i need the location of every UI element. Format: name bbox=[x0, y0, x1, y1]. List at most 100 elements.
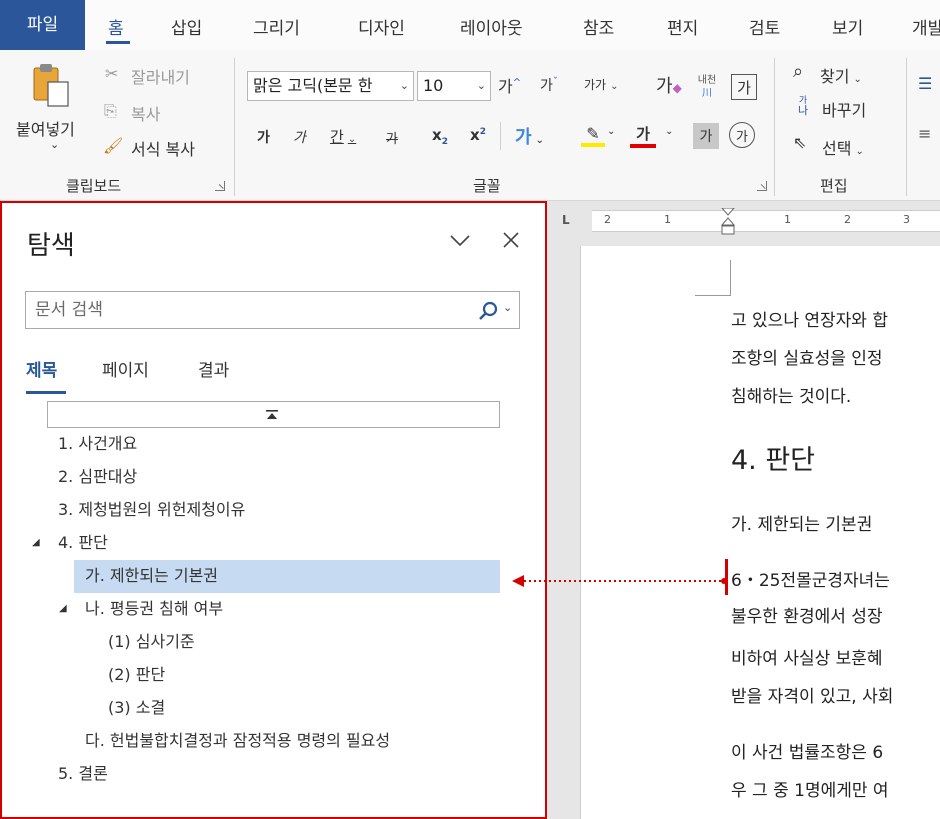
change-case-button[interactable]: 가가 ⌄ bbox=[584, 76, 618, 93]
document-text-line: 이 사건 법률조항은 6 bbox=[731, 743, 884, 763]
text-effects-button[interactable]: 가 ⌄ bbox=[515, 123, 544, 149]
search-icon[interactable] bbox=[478, 300, 500, 322]
document-heading: 4. 판단 bbox=[731, 445, 816, 476]
replace-button[interactable]: 바꾸기 bbox=[822, 97, 866, 121]
tab-headings[interactable]: 제목 bbox=[26, 356, 57, 381]
tab-references[interactable]: 참조 bbox=[583, 14, 614, 39]
margin-corner-mark bbox=[695, 260, 731, 296]
chevron-down-icon[interactable] bbox=[449, 234, 471, 248]
ruler-number: 2 bbox=[844, 213, 851, 226]
list-icon[interactable]: ☰ bbox=[918, 74, 932, 93]
document-page[interactable]: 고 있으나 연장자와 합 조항의 실효성을 인정 침해하는 것이다. 4. 판단… bbox=[580, 246, 940, 819]
phonetic-guide-button[interactable]: 내천 川 bbox=[692, 70, 722, 104]
shrink-font-label: 가 bbox=[540, 78, 553, 94]
paste-label: 붙여넣기 bbox=[16, 120, 75, 139]
tab-insert[interactable]: 삽입 bbox=[171, 14, 202, 39]
heading-item[interactable]: (3) 소결 bbox=[108, 692, 165, 724]
format-painter-icon: 🖌 bbox=[103, 136, 124, 155]
clipboard-launcher-icon[interactable] bbox=[215, 181, 225, 191]
chevron-down-icon: ⌄ bbox=[610, 81, 619, 92]
font-launcher-icon[interactable] bbox=[757, 181, 767, 191]
document-search-box: ⌄ bbox=[25, 291, 520, 329]
ruler-number: 1 bbox=[664, 213, 671, 226]
chevron-down-icon[interactable]: ⌄ bbox=[607, 126, 615, 137]
shrink-font-button[interactable]: 가ˇ bbox=[540, 75, 558, 95]
collapse-triangle-icon[interactable]: ◢ bbox=[32, 527, 40, 559]
ruler-number: 2 bbox=[604, 213, 611, 226]
font-color-button[interactable]: 가 bbox=[628, 120, 658, 150]
char-border-button[interactable]: 가 bbox=[731, 74, 757, 100]
paste-dropdown-icon[interactable]: ⌄ bbox=[50, 138, 59, 151]
tab-review[interactable]: 검토 bbox=[749, 14, 780, 39]
tab-mailings[interactable]: 편지 bbox=[667, 14, 698, 39]
tab-pages[interactable]: 페이지 bbox=[102, 356, 149, 381]
format-painter-button[interactable]: 서식 복사 bbox=[131, 136, 195, 160]
enclosed-char-button[interactable]: 가 bbox=[729, 122, 755, 148]
tab-home[interactable]: 홈 bbox=[108, 14, 124, 39]
heading-item[interactable]: 5. 결론 bbox=[58, 758, 108, 790]
font-size-combo[interactable]: 10 ⌄ bbox=[417, 71, 491, 101]
select-button[interactable]: 선택 ⌄ bbox=[822, 135, 864, 159]
heading-item[interactable]: 3. 제청법원의 위헌제청이유 bbox=[58, 494, 245, 526]
cut-button[interactable]: 잘라내기 bbox=[131, 64, 190, 88]
underline-button[interactable]: 간 ⌄ bbox=[330, 126, 356, 147]
char-shading-button[interactable]: 가 bbox=[693, 123, 719, 149]
heading-item[interactable]: (1) 심사기준 bbox=[108, 626, 195, 658]
ribbon-tab-bar: 파일 홈 삽입 그리기 디자인 레이아웃 참조 편지 검토 보기 개발 bbox=[0, 0, 940, 50]
font-group-label: 글꼴 bbox=[473, 177, 501, 195]
chevron-down-icon[interactable]: ⌄ bbox=[665, 126, 673, 137]
clear-format-button[interactable]: 가◆ bbox=[656, 72, 682, 98]
subscript-digit: 2 bbox=[441, 137, 448, 147]
collapse-triangle-icon[interactable]: ◢ bbox=[59, 593, 67, 625]
subscript-button[interactable]: x2 bbox=[432, 126, 448, 147]
paste-button[interactable] bbox=[16, 60, 86, 108]
heading-item[interactable]: 다. 헌법불합치결정과 잠정적용 명령의 필요성 bbox=[85, 725, 390, 757]
chevron-down-icon[interactable]: ⌄ bbox=[503, 301, 512, 314]
tab-design[interactable]: 디자인 bbox=[358, 14, 405, 39]
indent-marker-icon[interactable] bbox=[720, 208, 736, 236]
document-text-line: 조항의 실효성을 인정 bbox=[731, 349, 883, 369]
font-name-combo[interactable]: 맑은 고딕(본문 한 ⌄ bbox=[247, 71, 414, 101]
chevron-down-icon[interactable]: ⌄ bbox=[477, 72, 486, 100]
heading-item[interactable]: 나. 평등권 침해 여부 bbox=[85, 593, 223, 625]
italic-button[interactable]: 가 bbox=[293, 127, 306, 147]
chevron-down-icon[interactable]: ⌄ bbox=[400, 72, 409, 100]
tab-draw[interactable]: 그리기 bbox=[253, 14, 300, 39]
scroll-to-top-button[interactable] bbox=[47, 401, 500, 428]
document-search-input[interactable] bbox=[26, 292, 466, 328]
bold-button[interactable]: 가 bbox=[257, 127, 270, 147]
chevron-down-icon: ⌄ bbox=[535, 135, 544, 146]
tab-developer[interactable]: 개발 bbox=[912, 14, 940, 39]
navigation-pane-title: 탐색 bbox=[27, 231, 75, 261]
tab-view[interactable]: 보기 bbox=[832, 14, 863, 39]
font-size-value: 10 bbox=[423, 76, 444, 95]
horizontal-ruler[interactable]: 2 1 1 2 3 bbox=[592, 208, 940, 235]
copy-button[interactable]: 복사 bbox=[131, 101, 160, 125]
heading-item[interactable]: 1. 사건개요 bbox=[58, 428, 137, 460]
align-icon[interactable]: ≡ bbox=[918, 124, 931, 143]
clear-format-label: 가 bbox=[656, 76, 673, 97]
find-button[interactable]: 찾기 ⌄ bbox=[820, 63, 862, 87]
ruler-corner: L bbox=[547, 201, 592, 246]
active-tab-indicator bbox=[106, 41, 130, 44]
active-tab-indicator bbox=[26, 391, 66, 394]
ruler-number: 1 bbox=[784, 213, 791, 226]
tab-file[interactable]: 파일 bbox=[0, 0, 85, 50]
heading-item[interactable]: 2. 심판대상 bbox=[58, 461, 137, 493]
underline-label: 간 bbox=[330, 128, 344, 146]
close-icon[interactable] bbox=[502, 231, 520, 249]
font-name-value: 맑은 고딕(본문 한 bbox=[253, 76, 373, 95]
document-text-line: 6・25전몰군경자녀는 bbox=[731, 571, 890, 591]
tab-results[interactable]: 결과 bbox=[198, 356, 229, 381]
heading-item[interactable]: (2) 판단 bbox=[108, 659, 165, 691]
superscript-button[interactable]: x2 bbox=[470, 126, 486, 144]
tab-stop-selector[interactable]: L bbox=[562, 213, 570, 227]
tab-layout[interactable]: 레이아웃 bbox=[460, 14, 523, 39]
replace-icon: 가 나 bbox=[790, 94, 816, 118]
eraser-icon: ◆ bbox=[672, 81, 682, 95]
heading-item-selected[interactable]: 가. 제한되는 기본권 bbox=[85, 560, 218, 592]
strikethrough-button[interactable]: 가 bbox=[386, 128, 398, 147]
grow-font-button[interactable]: 가^ bbox=[498, 73, 521, 97]
paste-icon bbox=[33, 64, 69, 107]
heading-item[interactable]: 4. 판단 bbox=[58, 527, 108, 559]
